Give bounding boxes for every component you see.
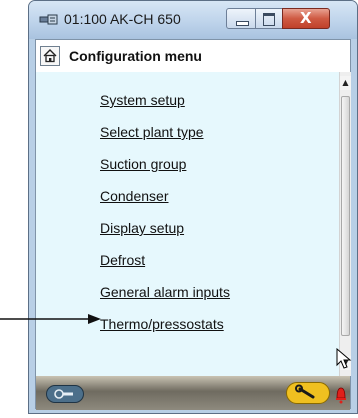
- wrench-button[interactable]: [286, 382, 330, 404]
- scroll-up-button[interactable]: ▲: [340, 76, 351, 90]
- maximize-button[interactable]: [255, 8, 283, 29]
- menu-header: Configuration menu: [36, 40, 350, 72]
- service-tool-button[interactable]: [46, 385, 84, 403]
- menu-item-thermo-pressostats[interactable]: Thermo/pressostats: [100, 316, 224, 332]
- minimize-icon: [236, 21, 249, 26]
- menu-item-suction-group[interactable]: Suction group: [100, 156, 186, 172]
- menu-item-general-alarm-inputs[interactable]: General alarm inputs: [100, 284, 230, 300]
- pointer-arrow: [0, 314, 101, 324]
- app-icon: [39, 14, 58, 25]
- menu-list: System setup Select plant type Suction g…: [36, 72, 339, 376]
- close-button[interactable]: X: [282, 8, 330, 29]
- menu-item-select-plant-type[interactable]: Select plant type: [100, 124, 204, 140]
- scrollbar-thumb[interactable]: [341, 96, 350, 336]
- page-title: Configuration menu: [69, 48, 202, 64]
- client-area: Configuration menu System setup Select p…: [35, 39, 351, 410]
- mouse-cursor-icon: [336, 348, 352, 369]
- minimize-button[interactable]: [226, 8, 256, 29]
- wrench-icon: [295, 384, 315, 399]
- home-icon: [43, 49, 57, 63]
- service-tool-icon: [54, 389, 73, 399]
- footer-bar: [36, 376, 350, 410]
- window-title: 01:100 AK-CH 650: [64, 11, 181, 27]
- home-button[interactable]: [40, 46, 60, 66]
- menu-item-condenser[interactable]: Condenser: [100, 188, 169, 204]
- menu-item-defrost[interactable]: Defrost: [100, 252, 145, 268]
- alarm-bell-icon[interactable]: [334, 382, 348, 404]
- menu-item-display-setup[interactable]: Display setup: [100, 220, 184, 236]
- application-window: 01:100 AK-CH 650 X Configuration menu Sy…: [28, 0, 358, 414]
- menu-item-system-setup[interactable]: System setup: [100, 92, 185, 108]
- title-bar[interactable]: 01:100 AK-CH 650 X: [29, 1, 357, 39]
- vertical-scrollbar[interactable]: ▲ ▼: [339, 72, 351, 376]
- maximize-icon: [263, 13, 275, 26]
- close-icon: X: [300, 9, 312, 27]
